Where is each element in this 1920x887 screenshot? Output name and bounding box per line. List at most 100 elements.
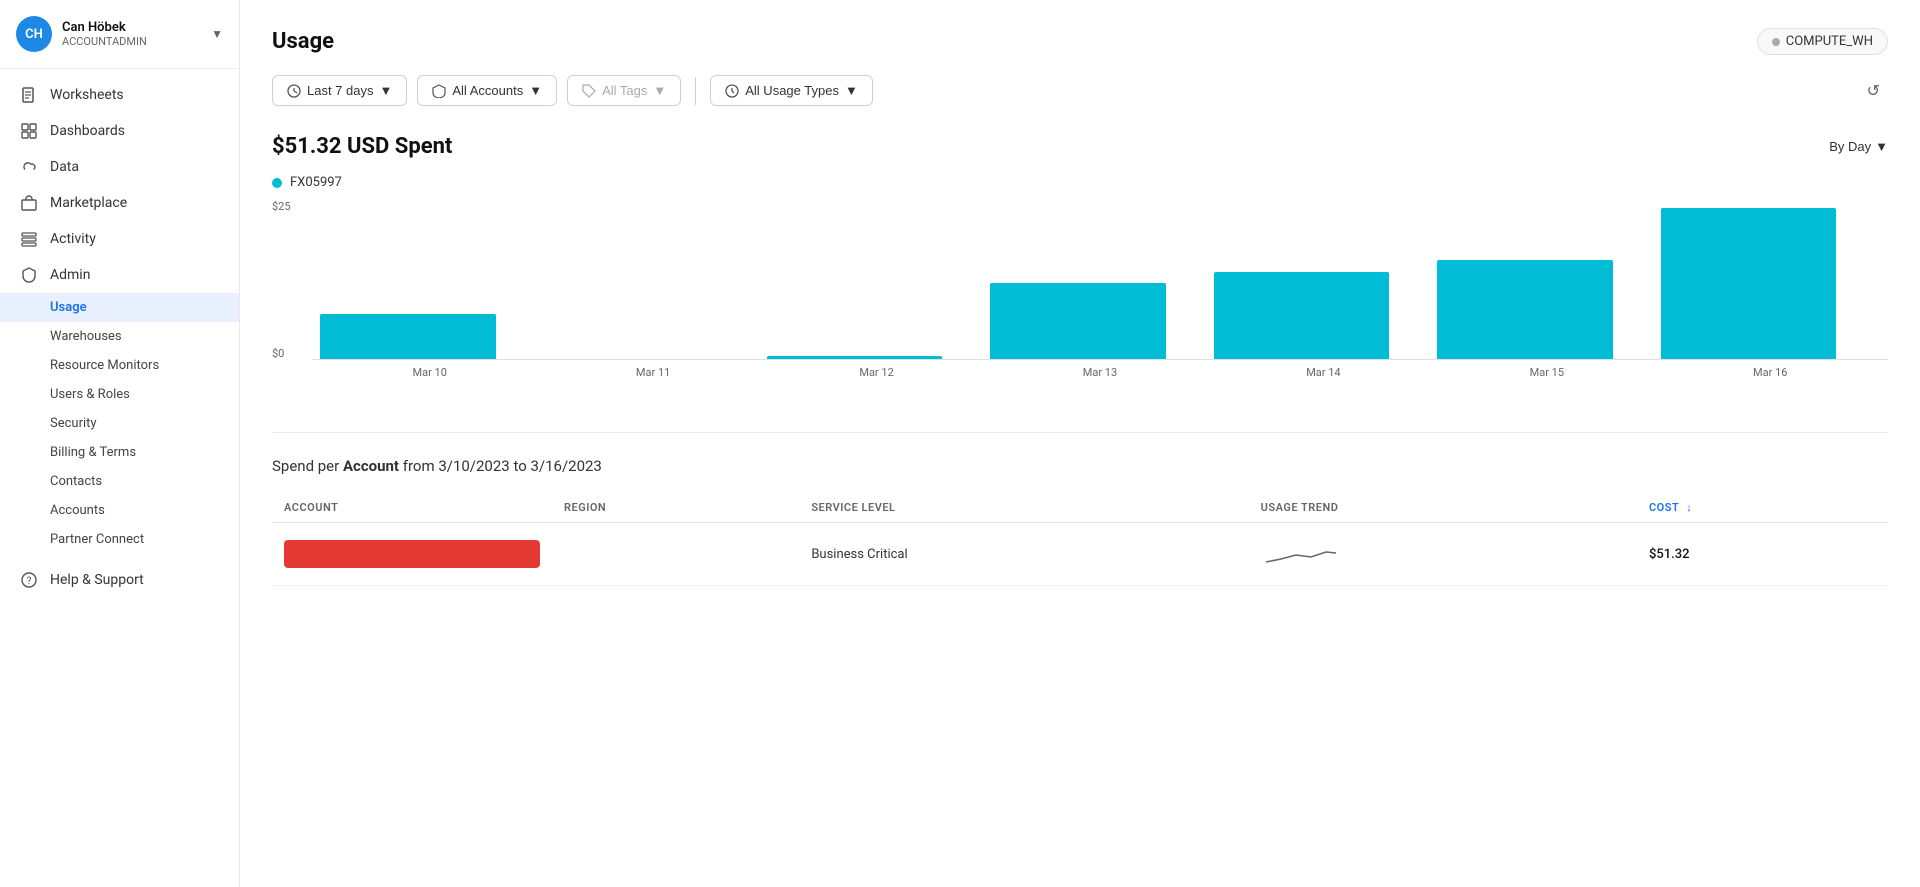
page-title: Usage [272,29,334,54]
y-label-0: $0 [272,347,291,360]
user-role: ACCOUNTADMIN [62,35,201,48]
col-region: REGION [552,493,799,523]
bar-group-mar13 [990,200,1209,359]
sidebar: CH Can Höbek ACCOUNTADMIN ▼ Worksheets [0,0,240,887]
sidebar-item-dashboards[interactable]: Dashboards [0,113,239,149]
time-range-filter[interactable]: Last 7 days ▼ [272,75,407,106]
sidebar-item-marketplace-label: Marketplace [50,195,127,211]
list-icon [20,230,38,248]
shop-icon [20,194,38,212]
sidebar-item-warehouses[interactable]: Warehouses [0,322,239,351]
x-label-mar13: Mar 13 [990,366,1209,379]
table-title-prefix: Spend per [272,457,339,475]
sidebar-item-worksheets[interactable]: Worksheets [0,77,239,113]
col-cost[interactable]: COST ↓ [1637,493,1888,523]
warehouse-badge[interactable]: COMPUTE_WH [1757,28,1888,55]
grid-icon [20,122,38,140]
sidebar-header[interactable]: CH Can Höbek ACCOUNTADMIN ▼ [0,0,239,69]
table-title: Spend per Account from 3/10/2023 to 3/16… [272,457,1888,475]
tags-filter[interactable]: All Tags ▼ [567,75,681,106]
admin-sub-nav: Usage Warehouses Resource Monitors Users… [0,293,239,554]
usage-types-chevron: ▼ [845,83,858,98]
bar-group-mar16 [1661,200,1880,359]
bar-mar13 [990,283,1166,359]
cost-label: COST [1649,501,1679,514]
by-day-label: By Day [1829,139,1871,154]
sidebar-item-admin-label: Admin [50,267,90,283]
usage-types-filter[interactable]: All Usage Types ▼ [710,75,873,106]
sidebar-item-security[interactable]: Security [0,409,239,438]
col-service-level: SERVICE LEVEL [799,493,1248,523]
table-title-bold: Account [343,457,399,475]
bar-group-mar11 [543,200,762,359]
file-icon [20,86,38,104]
chevron-down-icon: ▼ [211,27,223,41]
filter-divider [695,77,696,105]
sidebar-item-security-label: Security [50,416,97,431]
main-content: Usage COMPUTE_WH Last 7 days ▼ All Accou… [240,0,1920,887]
by-day-chevron: ▼ [1875,139,1888,154]
x-axis-labels: Mar 10 Mar 11 Mar 12 Mar 13 Mar 14 Mar 1… [312,360,1888,379]
account-red-bar [284,540,540,568]
by-day-select[interactable]: By Day ▼ [1829,139,1888,154]
sidebar-item-partner-connect[interactable]: Partner Connect [0,525,239,554]
sidebar-item-accounts[interactable]: Accounts [0,496,239,525]
chart-header: $51.32 USD Spent By Day ▼ [272,134,1888,159]
table-row: Business Critical $51.32 [272,523,1888,586]
sidebar-item-contacts[interactable]: Contacts [0,467,239,496]
sidebar-item-usage-label: Usage [50,300,87,315]
service-level-cell: Business Critical [799,523,1248,586]
sidebar-item-admin[interactable]: Admin [0,257,239,293]
cost-value: $51.32 [1649,547,1690,562]
sidebar-item-marketplace[interactable]: Marketplace [0,185,239,221]
refresh-button[interactable]: ↺ [1859,77,1888,105]
bar-group-mar14 [1214,200,1433,359]
usage-trend-cell [1249,523,1637,586]
user-name: Can Höbek [62,20,201,35]
bar-mar16 [1661,208,1837,359]
sidebar-item-billing-terms[interactable]: Billing & Terms [0,438,239,467]
sidebar-nav: Worksheets Dashboards Data [0,69,239,887]
bar-group-mar15 [1437,200,1656,359]
sidebar-item-data-label: Data [50,159,79,175]
x-label-mar15: Mar 15 [1437,366,1656,379]
sidebar-item-resource-monitors-label: Resource Monitors [50,358,159,373]
sidebar-item-dashboards-label: Dashboards [50,123,125,139]
sidebar-item-data[interactable]: Data [0,149,239,185]
spend-amount: $51.32 USD Spent [272,134,452,159]
table-title-suffix: from 3/10/2023 to 3/16/2023 [403,457,602,475]
time-range-label: Last 7 days [307,83,374,98]
sidebar-item-users-roles[interactable]: Users & Roles [0,380,239,409]
sidebar-item-worksheets-label: Worksheets [50,87,124,103]
bar-mar15 [1437,260,1613,359]
x-label-mar10: Mar 10 [320,366,539,379]
bar-mar12 [767,356,943,359]
warehouse-name: COMPUTE_WH [1786,34,1873,49]
col-account: ACCOUNT [272,493,552,523]
service-level-value: Business Critical [811,547,907,562]
region-cell [552,523,799,586]
x-label-mar16: Mar 16 [1661,366,1880,379]
filters-row: Last 7 days ▼ All Accounts ▼ All Tags ▼ … [272,75,1888,106]
sort-arrow-icon: ↓ [1686,501,1692,514]
legend-label: FX05997 [290,175,342,190]
legend-dot [272,178,282,188]
accounts-filter[interactable]: All Accounts ▼ [417,75,557,106]
sidebar-item-usage[interactable]: Usage [0,293,239,322]
sidebar-item-resource-monitors[interactable]: Resource Monitors [0,351,239,380]
chart-divider [272,432,1888,433]
sidebar-item-help[interactable]: ? Help & Support [0,562,239,598]
usage-table: ACCOUNT REGION SERVICE LEVEL USAGE TREND… [272,493,1888,586]
usage-types-label: All Usage Types [745,83,839,98]
avatar: CH [16,16,52,52]
bar-group-mar10 [320,200,539,359]
cloud-icon [20,158,38,176]
user-info: Can Höbek ACCOUNTADMIN [62,20,201,48]
usage-types-icon [725,84,739,98]
sidebar-item-help-label: Help & Support [50,572,144,588]
x-label-mar12: Mar 12 [767,366,986,379]
bar-mar14 [1214,272,1390,359]
warehouse-status-dot [1772,38,1780,46]
table-header-row: ACCOUNT REGION SERVICE LEVEL USAGE TREND… [272,493,1888,523]
sidebar-item-activity[interactable]: Activity [0,221,239,257]
